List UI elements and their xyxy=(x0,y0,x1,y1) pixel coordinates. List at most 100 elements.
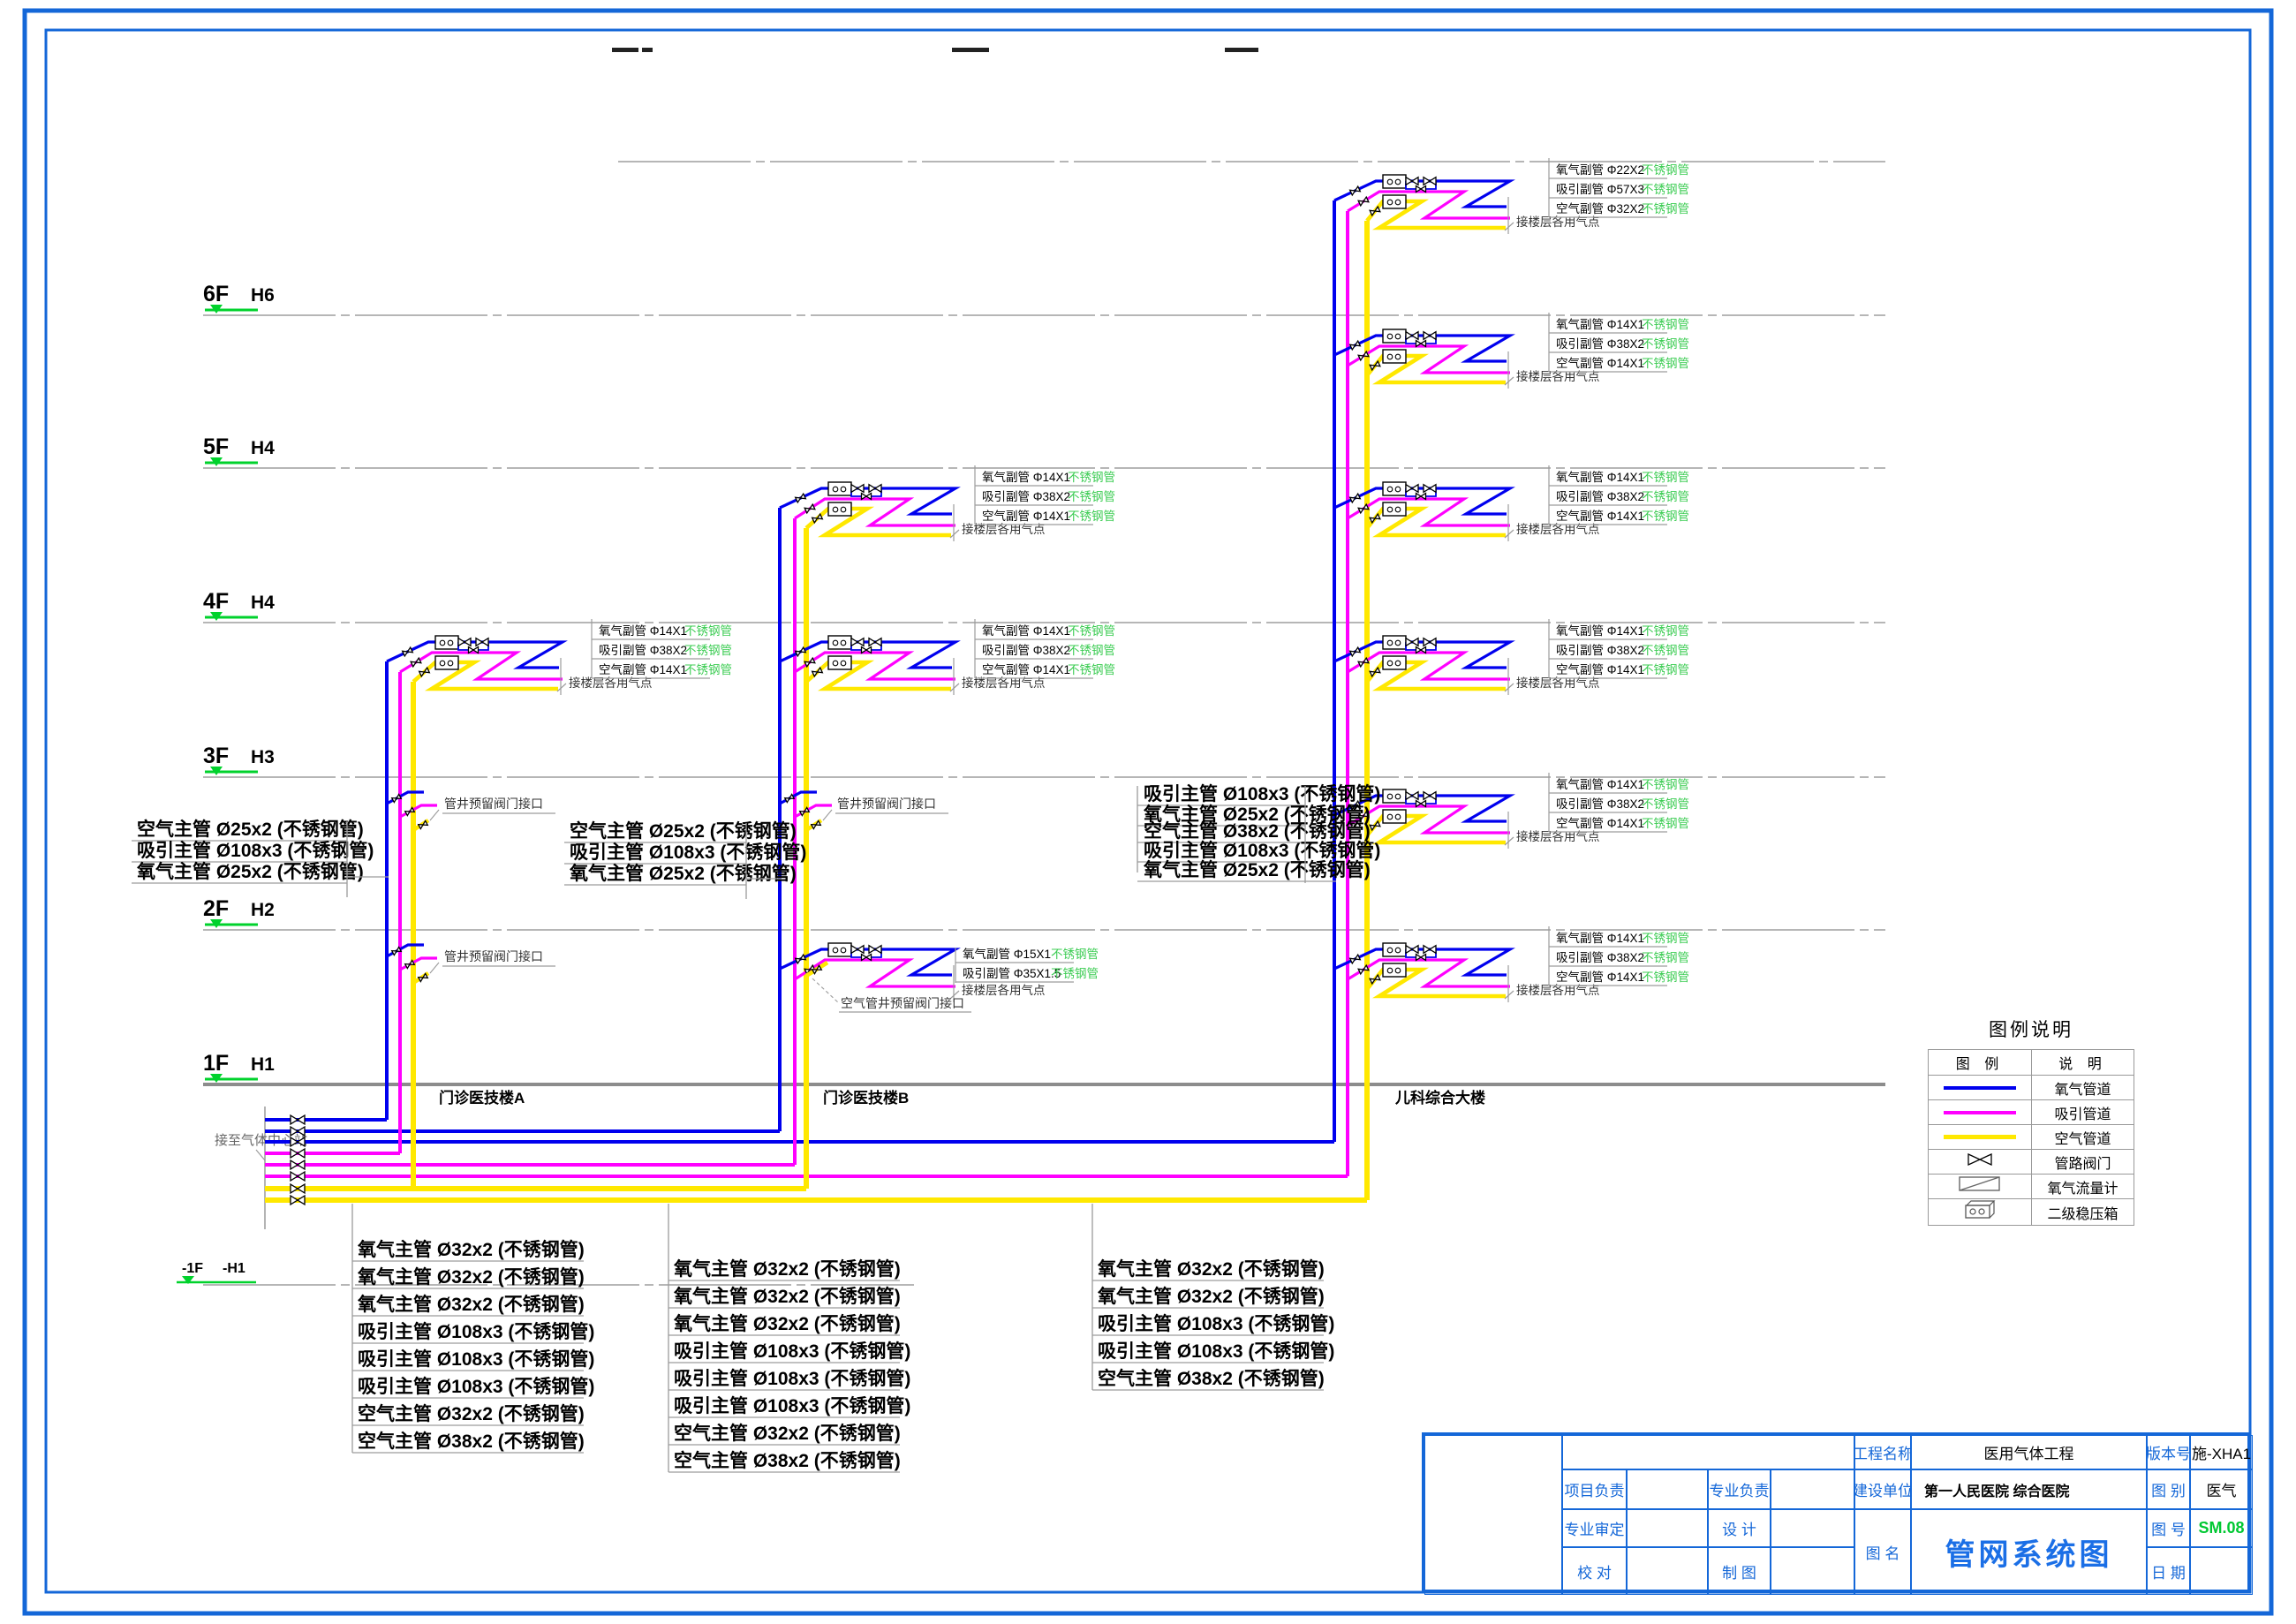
material-label: 不锈钢管 xyxy=(1068,510,1115,523)
point-leader xyxy=(1505,837,1514,845)
material-label: 不锈钢管 xyxy=(1642,202,1689,215)
regulator-box-icon xyxy=(1383,329,1406,343)
regulator-box-icon xyxy=(828,482,851,495)
branch-valve-icon xyxy=(804,504,815,513)
branch-size-label: 吸引副管 Φ38X2 xyxy=(982,644,1070,657)
legend-desc: 氧气管道 xyxy=(2032,1076,2134,1100)
floor-label: 5F xyxy=(203,434,229,459)
branch-valve-icon xyxy=(812,668,823,676)
audit-value xyxy=(1627,1509,1708,1547)
owner-value: 第一人民医院 综合医院 xyxy=(1911,1469,2147,1509)
main-size-label: 吸引主管 Ø108x3 (不锈钢管) xyxy=(358,1348,594,1370)
branch-size-label: 氧气副管 Φ15X1 xyxy=(963,948,1051,961)
regulator-box-icon xyxy=(1383,810,1406,823)
branch-size-label: 吸引副管 Φ38X2 xyxy=(1556,337,1644,351)
air-stub-label: 空气管井预留阀门接口 xyxy=(841,996,964,1010)
branch-size-label: 氧气副管 Φ14X1 xyxy=(1556,471,1644,484)
material-label: 不锈钢管 xyxy=(1642,357,1689,370)
main-valve-icon xyxy=(291,1184,305,1193)
main-size-label: 氧气主管 Ø32x2 (不锈钢管) xyxy=(358,1266,585,1288)
branch-size-label: 吸引副管 Φ35X1.5 xyxy=(963,967,1061,980)
category-label: 图 别 xyxy=(2147,1469,2190,1509)
material-label: 不锈钢管 xyxy=(1068,624,1115,638)
main-size-label: 空气主管 Ø32x2 (不锈钢管) xyxy=(358,1403,585,1424)
design-value xyxy=(1771,1509,1854,1547)
legend-desc: 二级稳压箱 xyxy=(2032,1199,2134,1226)
regulator-box-icon xyxy=(1383,656,1406,669)
legend-row-oxygen: 氧气管道 xyxy=(1929,1076,2134,1100)
branch-valve-icon xyxy=(403,647,413,656)
legend-desc: 管路阀门 xyxy=(2032,1150,2134,1175)
legend-row-air: 空气管道 xyxy=(1929,1125,2134,1150)
branch-size-label: 空气副管 Φ14X1 xyxy=(1556,510,1644,523)
flowmeter-cell xyxy=(1929,1175,2032,1199)
branch-valve-icon xyxy=(1350,186,1361,195)
material-label: 不锈钢管 xyxy=(1642,971,1689,984)
bypass-valve-icon xyxy=(1406,332,1418,340)
bypass-valve-icon xyxy=(851,485,864,493)
date-value xyxy=(2190,1547,2253,1595)
branch-size-label: 吸引副管 Φ38X2 xyxy=(982,490,1070,503)
main-valve-icon xyxy=(291,1160,305,1169)
bypass-valve-icon xyxy=(1406,792,1418,800)
category-value: 医气 xyxy=(2190,1469,2253,1509)
secondary-regulator-box-icon xyxy=(1963,1199,1997,1220)
legend-desc: 空气管道 xyxy=(2032,1125,2134,1150)
reserved-valve-label: 管井预留阀门接口 xyxy=(837,797,936,811)
branch-size-label: 吸引副管 Φ38X2 xyxy=(1556,951,1644,964)
floor-tag-label: H3 xyxy=(251,747,275,767)
floor-label: 4F xyxy=(203,589,229,614)
bypass-valve-icon xyxy=(1406,178,1418,185)
material-label: 不锈钢管 xyxy=(1642,932,1689,945)
legend-header-row: 图 例 说 明 xyxy=(1929,1050,2134,1076)
drawing-name-value: 管网系统图 xyxy=(1911,1509,2147,1595)
material-label: 不锈钢管 xyxy=(1642,644,1689,657)
regulator-box-icon xyxy=(828,636,851,649)
branch-size-label: 空气副管 Φ14X1 xyxy=(599,663,687,676)
legend-row-regulator: 二级稳压箱 xyxy=(1929,1199,2134,1226)
branch-size-label: 吸引副管 Φ38X2 xyxy=(1556,490,1644,503)
main-size-label: 氧气主管 Ø25x2 (不锈钢管) xyxy=(1144,859,1371,880)
bypass-valve-icon xyxy=(1406,946,1418,954)
legend-col-symbol: 图 例 xyxy=(1929,1050,2032,1076)
suction-line-icon xyxy=(1944,1111,2016,1114)
legend-col-desc: 说 明 xyxy=(2032,1050,2134,1076)
material-label: 不锈钢管 xyxy=(1642,318,1689,331)
main-valve-icon xyxy=(291,1115,305,1124)
check-value xyxy=(1627,1547,1708,1595)
main-size-label: 空气主管 Ø38x2 (不锈钢管) xyxy=(358,1431,585,1452)
main-size-label: 吸引主管 Ø108x3 (不锈钢管) xyxy=(1144,783,1380,804)
material-label: 不锈钢管 xyxy=(1642,337,1689,351)
piping-system-diagram: 6FH65FH44FH43FH32FH21FH1-1F-H1接至气体中心站接楼层… xyxy=(0,0,2296,1624)
bypass-valve-icon xyxy=(1406,485,1418,493)
point-leader xyxy=(950,530,959,538)
bypass-valve-icon xyxy=(1424,638,1436,646)
material-label: 不锈钢管 xyxy=(1642,471,1689,484)
legend-row-suction: 吸引管道 xyxy=(1929,1100,2134,1125)
branch-valve-icon xyxy=(812,514,823,523)
material-label: 不锈钢管 xyxy=(1642,663,1689,676)
regulator-box-icon xyxy=(1383,350,1406,363)
main-size-label: 吸引主管 Ø108x3 (不锈钢管) xyxy=(358,1376,594,1397)
bypass-valve-icon xyxy=(851,638,864,646)
stub-leader xyxy=(812,978,839,1003)
pipe-valve-icon xyxy=(1967,1153,1992,1166)
main-size-label: 氧气主管 Ø25x2 (不锈钢管) xyxy=(570,863,797,884)
stub-leader xyxy=(430,963,439,973)
bypass-valve-icon xyxy=(1406,638,1418,646)
main-size-label: 氧气主管 Ø32x2 (不锈钢管) xyxy=(674,1258,901,1280)
regulator-box-icon xyxy=(1383,963,1406,977)
drawing-sheet: 6FH65FH44FH43FH32FH21FH1-1F-H1接至气体中心站接楼层… xyxy=(0,0,2296,1624)
main-size-label: 吸引主管 Ø108x3 (不锈钢管) xyxy=(674,1368,910,1389)
main-valve-icon xyxy=(291,1172,305,1181)
floor-tag-label: H4 xyxy=(251,438,275,458)
air-line-cell xyxy=(1929,1125,2032,1150)
bypass-valve-icon xyxy=(869,638,881,646)
check-label: 校 对 xyxy=(1562,1547,1627,1595)
branch-valve-icon xyxy=(411,658,421,667)
branch-size-label: 氧气副管 Φ14X1 xyxy=(1556,624,1644,638)
branch-size-label: 空气副管 Φ14X1 xyxy=(982,663,1070,676)
oxygen-flowmeter-icon xyxy=(1959,1176,2001,1192)
branch-size-label: 氧气副管 Φ22X2 xyxy=(1556,163,1644,177)
drawing-no-label: 图 号 xyxy=(2147,1509,2190,1547)
